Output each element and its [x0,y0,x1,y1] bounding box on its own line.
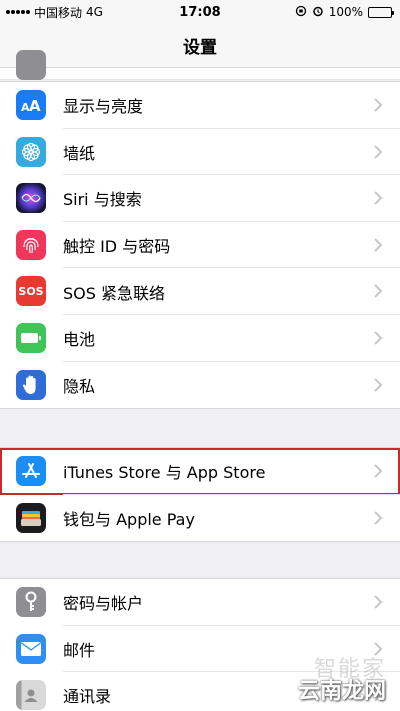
siri-icon [16,183,46,214]
battery-icon [16,322,46,353]
mail-icon [16,633,46,664]
row-label: 显示与亮度 [63,97,144,117]
sos-icon-text: SOS [18,284,44,298]
watermark-bottom-text: 云南龙网 [297,679,386,704]
row-itunes-app-store[interactable]: iTunes Store 与 App Store [0,448,400,495]
row-label: 邮件 [63,640,96,660]
alarm-icon [312,5,324,20]
fingerprint-icon [16,229,46,260]
chevron-right-icon [374,510,383,525]
display-brightness-icon: AA [16,90,46,120]
chevron-right-icon [374,595,383,609]
settings-group-display: AA 显示与亮度 墙纸 Siri 与搜索 触控 ID 与密码 SOS SOS 紧… [0,81,400,410]
chevron-right-icon [374,191,383,205]
row-label: 密码与帐户 [63,594,144,614]
row-battery[interactable]: 电池 [0,315,400,362]
settings-group-store: iTunes Store 与 App Store 钱包与 Apple Pay [0,447,400,543]
row-display-brightness[interactable]: AA 显示与亮度 [0,82,400,129]
battery-percentage: 100% [328,5,363,19]
key-icon [16,587,46,617]
svg-text:A: A [29,97,41,113]
chevron-right-icon [374,284,383,299]
status-right: 100% [295,5,394,20]
row-siri-search[interactable]: Siri 与搜索 [0,175,400,222]
row-touch-id-passcode[interactable]: 触控 ID 与密码 [0,222,400,269]
chevron-right-icon [374,144,383,159]
navigation-bar: 设置 [0,24,400,68]
row-label: 钱包与 Apple Pay [63,509,195,529]
orientation-lock-icon [295,5,307,20]
row-label: 隐私 [63,376,96,396]
partial-settings-icon [16,50,46,80]
chevron-right-icon [374,238,383,252]
row-wallet-apple-pay[interactable]: 钱包与 Apple Pay [0,495,400,542]
row-label: Siri 与搜索 [63,190,142,210]
sos-icon: SOS [16,276,46,307]
chevron-right-icon [374,377,383,392]
partially-visible-row[interactable] [0,50,400,80]
row-privacy[interactable]: 隐私 [0,362,400,409]
row-wallpaper[interactable]: 墙纸 [0,129,400,176]
wallet-icon [16,502,46,533]
hand-icon [16,369,46,400]
watermark: 智能家 云南龙网 [298,651,386,705]
chevron-right-icon [374,464,383,478]
chevron-right-icon [374,98,383,112]
row-label: SOS 紧急联络 [63,283,165,303]
row-passwords-accounts[interactable]: 密码与帐户 [0,579,400,626]
chevron-right-icon [374,331,383,345]
row-label: 墙纸 [63,143,96,163]
row-emergency-sos[interactable]: SOS SOS 紧急联络 [0,268,400,315]
page-title: 设置 [183,38,217,58]
app-store-icon [16,456,46,486]
status-bar: 中国移动 4G 17:08 100% [0,0,400,24]
row-label: 电池 [63,330,96,350]
contacts-icon [16,680,46,711]
row-label: iTunes Store 与 App Store [63,463,266,483]
wallpaper-flower-icon [16,136,46,167]
battery-icon [368,6,394,18]
row-label: 通讯录 [63,687,112,707]
row-label: 触控 ID 与密码 [63,237,171,257]
